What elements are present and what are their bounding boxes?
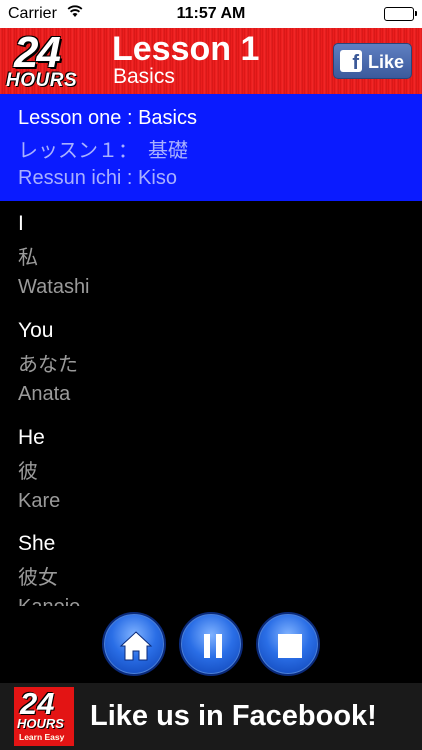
stop-icon bbox=[278, 634, 302, 658]
ad-logo-tagline: Learn Easy bbox=[19, 732, 65, 742]
vocab-japanese: あなた bbox=[18, 354, 78, 376]
vocab-english: She bbox=[18, 532, 56, 555]
vocab-english: He bbox=[18, 426, 45, 449]
ad-logo-word: HOURS bbox=[17, 716, 64, 731]
vocab-romaji: Anata bbox=[18, 383, 71, 405]
lesson-banner: Lesson one : Basics レッスン１： 基礎 Ressun ich… bbox=[0, 94, 422, 201]
banner-japanese: レッスン１： 基礎 bbox=[18, 140, 188, 162]
list-item[interactable]: He 彼 Kare bbox=[18, 426, 60, 513]
status-time: 11:57 AM bbox=[176, 5, 246, 22]
facebook-icon: f bbox=[340, 50, 362, 72]
list-item[interactable]: You あなた Anata bbox=[18, 319, 78, 406]
vocab-japanese: 彼 bbox=[18, 461, 38, 483]
vocab-japanese: 彼女 bbox=[18, 567, 58, 589]
vocab-romaji: Kare bbox=[18, 490, 61, 512]
banner-romaji: Ressun ichi : Kiso bbox=[18, 167, 177, 189]
like-label: Like bbox=[368, 52, 405, 72]
facebook-ad-banner[interactable]: 24 HOURS Learn Easy Like us in Facebook! bbox=[0, 683, 422, 750]
home-icon bbox=[119, 631, 153, 661]
logo-word: HOURS bbox=[6, 70, 78, 91]
vocab-english: You bbox=[18, 319, 54, 342]
banner-english: Lesson one : Basics bbox=[18, 107, 197, 129]
ad-logo: 24 HOURS Learn Easy bbox=[14, 686, 74, 746]
lesson-subtitle: Basics bbox=[113, 65, 175, 88]
app-logo: 24 HOURS bbox=[4, 28, 96, 92]
vocab-english: I bbox=[18, 212, 24, 235]
lesson-title: Lesson 1 bbox=[112, 30, 260, 68]
vocab-romaji: Kanojo bbox=[18, 596, 80, 606]
vocab-japanese: 私 bbox=[18, 247, 38, 269]
ad-text: Like us in Facebook! bbox=[90, 700, 377, 732]
vocab-romaji: Watashi bbox=[18, 276, 90, 298]
stop-button[interactable] bbox=[256, 612, 320, 676]
app-header: 24 HOURS Lesson 1 Basics f Like bbox=[0, 28, 422, 94]
playback-controls bbox=[0, 612, 422, 678]
list-item[interactable]: She 彼女 Kanojo bbox=[18, 532, 80, 606]
status-bar: Carrier 11:57 AM bbox=[0, 0, 422, 28]
pause-icon bbox=[204, 634, 222, 658]
list-item[interactable]: I 私 Watashi bbox=[18, 212, 90, 299]
facebook-like-button[interactable]: f Like bbox=[333, 43, 412, 79]
home-button[interactable] bbox=[102, 612, 166, 676]
vocab-list[interactable]: I 私 Watashi You あなた Anata He 彼 Kare She … bbox=[0, 201, 422, 606]
battery-icon bbox=[384, 7, 417, 21]
pause-button[interactable] bbox=[179, 612, 243, 676]
